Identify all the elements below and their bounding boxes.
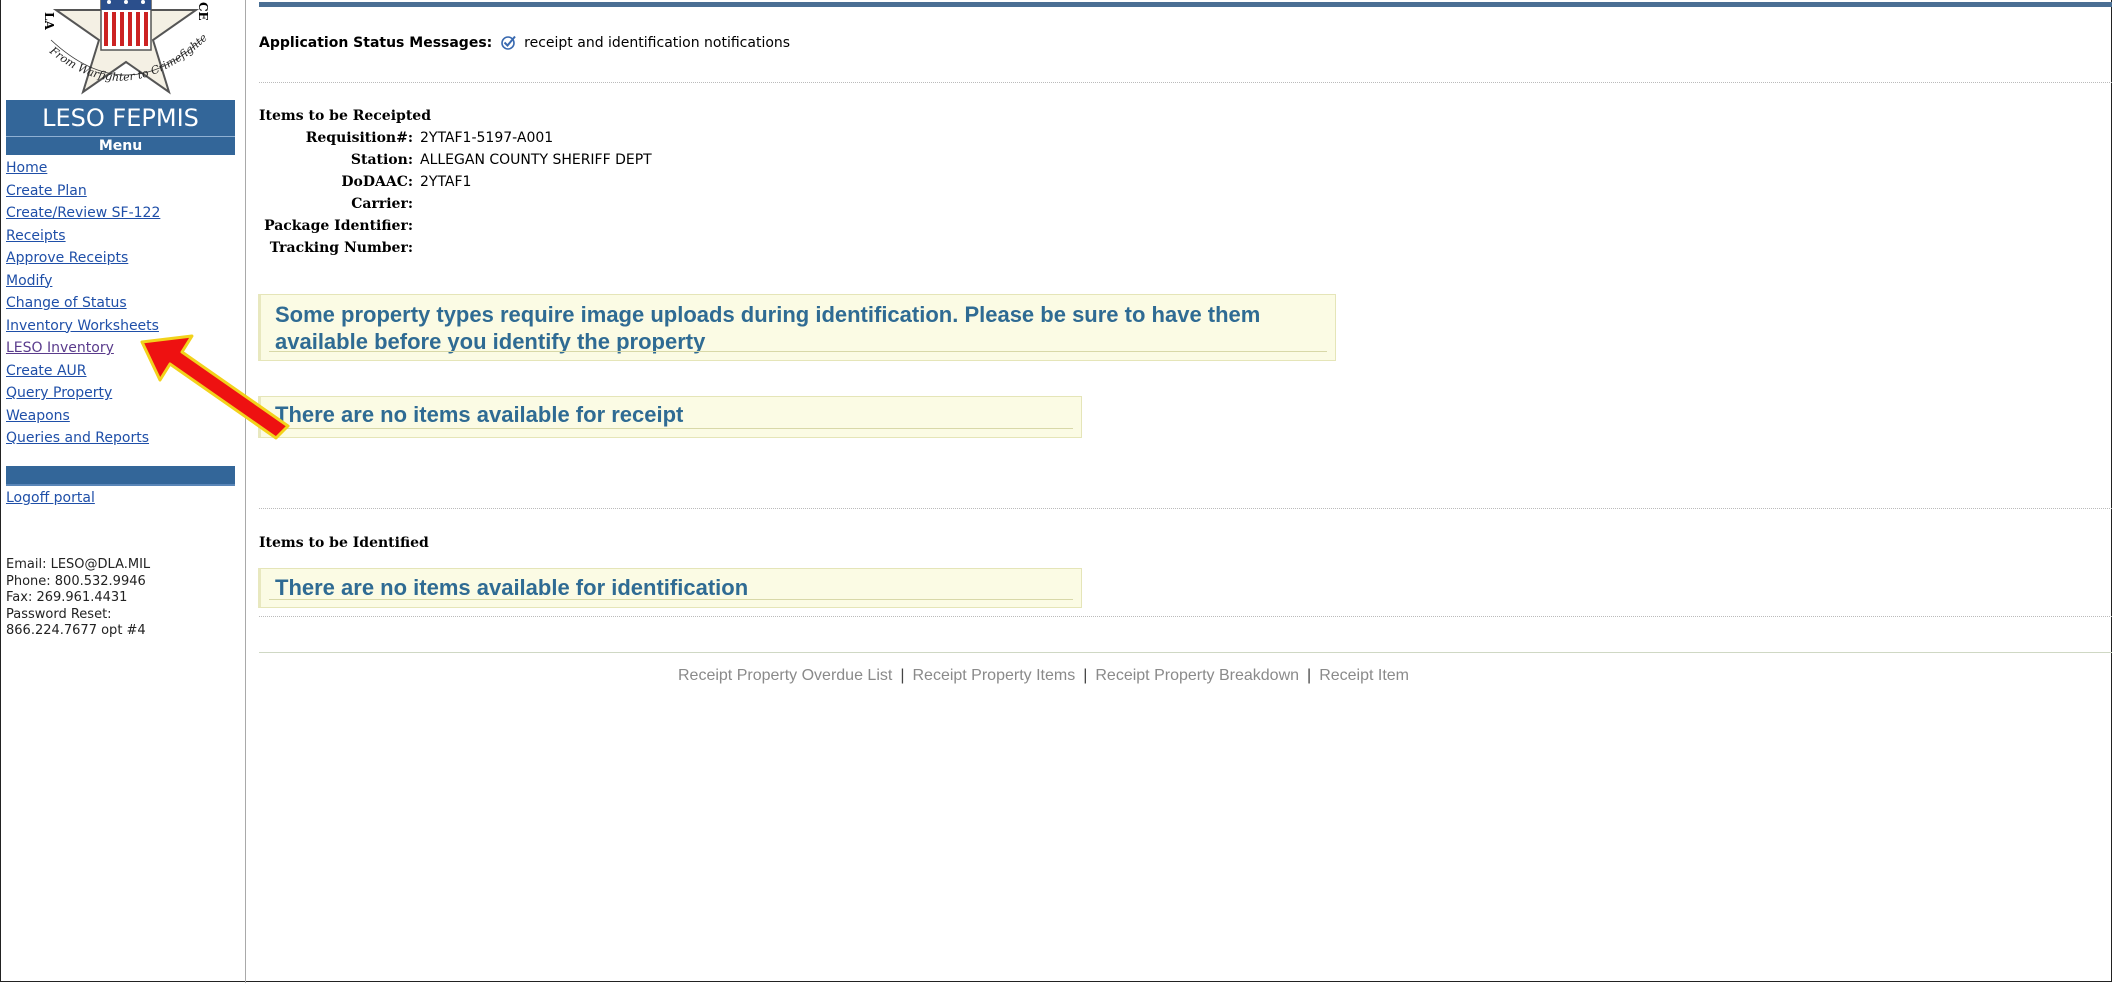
- footer-link-property-breakdown[interactable]: Receipt Property Breakdown: [1095, 667, 1299, 684]
- sidebar-item-change-of-status[interactable]: Change of Status: [6, 295, 127, 311]
- contact-info: Email: LESO@DLA.MIL Phone: 800.532.9946 …: [6, 557, 150, 640]
- section-divider: [259, 616, 2112, 617]
- red-arrow-icon: [130, 330, 300, 444]
- sidebar-item-leso-inventory[interactable]: LESO Inventory: [6, 340, 114, 356]
- status-message: receipt and identification notifications: [524, 35, 791, 51]
- section-divider: [259, 508, 2112, 509]
- svg-text:LA: LA: [42, 12, 56, 30]
- no-receipt-items-text: There are no items available for receipt: [275, 402, 684, 427]
- sidebar-divider: [6, 466, 235, 486]
- footer-link-receipt-item[interactable]: Receipt Item: [1319, 667, 1409, 684]
- contact-fax: Fax: 269.961.4431: [6, 590, 128, 605]
- contact-password-reset: Password Reset:: [6, 606, 112, 622]
- logoff-link[interactable]: Logoff portal: [6, 490, 95, 506]
- no-identification-items-text: There are no items available for identif…: [275, 575, 749, 600]
- section-divider: [259, 82, 2112, 83]
- menu-title: Menu: [6, 136, 235, 155]
- contact-phone: Phone: 800.532.9946: [6, 573, 146, 589]
- page-frame: [0, 0, 2112, 982]
- sidebar-item-weapons[interactable]: Weapons: [6, 408, 70, 424]
- items-to-be-receipted-title: Items to be Receipted: [259, 108, 431, 124]
- items-to-be-identified-title: Items to be Identified: [259, 535, 429, 551]
- contact-password-reset-number: 866.224.7677 opt #4: [6, 623, 146, 638]
- image-upload-notice-line1: Some property types require image upload…: [275, 302, 1261, 327]
- sidebar-item-queries-and-reports[interactable]: Queries and Reports: [6, 430, 149, 446]
- sidebar: LA CE From Warfighter to Crimefighter LE…: [1, 0, 246, 983]
- footer-links: Receipt Property Overdue List | Receipt Pr…: [678, 667, 1409, 684]
- no-receipt-items-notice: There are no items available for receipt: [258, 396, 1082, 438]
- brand-title: LESO FEPMIS: [6, 100, 235, 136]
- sidebar-item-query-property[interactable]: Query Property: [6, 385, 112, 401]
- sidebar-item-create-aur[interactable]: Create AUR: [6, 363, 87, 379]
- image-upload-notice: Some property types require image upload…: [258, 294, 1336, 361]
- status-messages: Application Status Messages: receipt and…: [259, 34, 790, 54]
- no-identification-items-notice: There are no items available for identif…: [258, 568, 1082, 608]
- sidebar-item-home[interactable]: Home: [6, 160, 47, 176]
- footer-link-property-items[interactable]: Receipt Property Items: [912, 667, 1075, 684]
- status-label: Application Status Messages:: [259, 35, 493, 51]
- sidebar-item-modify[interactable]: Modify: [6, 273, 52, 289]
- sidebar-item-receipts[interactable]: Receipts: [6, 228, 66, 244]
- sidebar-item-approve-receipts[interactable]: Approve Receipts: [6, 250, 128, 266]
- check-circle-icon[interactable]: [500, 34, 517, 54]
- footer-rule: [259, 652, 2112, 653]
- contact-email: Email: LESO@DLA.MIL: [6, 557, 151, 572]
- sidebar-item-create-review-sf122[interactable]: Create/Review SF-122: [6, 205, 160, 221]
- top-rule: [259, 2, 2112, 7]
- svg-text:CE: CE: [196, 2, 210, 21]
- leso-logo: LA CE From Warfighter to Crimefighter: [31, 0, 221, 95]
- footer-link-overdue-list[interactable]: Receipt Property Overdue List: [678, 667, 892, 684]
- sidebar-item-create-plan[interactable]: Create Plan: [6, 183, 87, 199]
